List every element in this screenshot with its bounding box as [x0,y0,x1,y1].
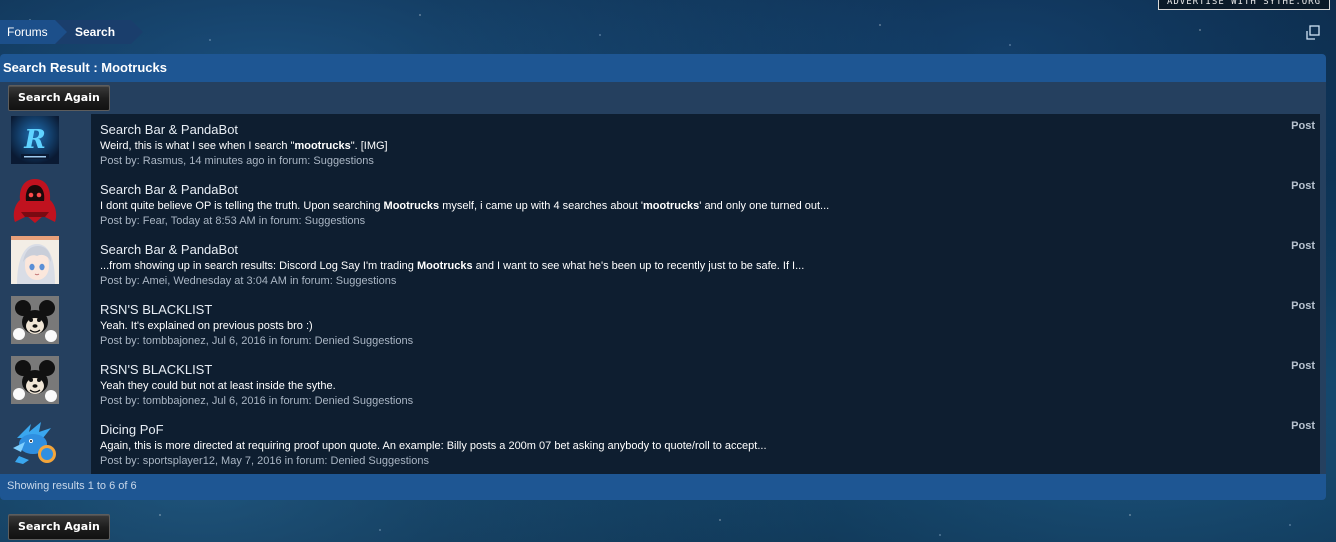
result-item: Search Bar & PandaBot ...from showing up… [0,234,1320,294]
result-body: Search Bar & PandaBot Weird, this is wha… [91,114,1320,174]
result-snippet: Again, this is more directed at requirin… [100,439,767,453]
result-item: RSN'S BLACKLIST Yeah they could but not … [0,354,1320,414]
result-snippet: Yeah. It's explained on previous posts b… [100,319,313,333]
search-again-button[interactable]: Search Again [8,85,110,111]
result-type-label: Post [1291,300,1315,312]
advertise-link[interactable]: ADVERTISE WITH SYTHE.ORG [1158,0,1330,10]
result-body: RSN'S BLACKLIST Yeah. It's explained on … [91,294,1320,354]
cartoon-mouse-avatar[interactable] [11,296,59,344]
result-body: Dicing PoF Again, this is more directed … [91,414,1320,474]
result-body: Search Bar & PandaBot ...from showing up… [91,234,1320,294]
results-count: Showing results 1 to 6 of 6 [0,474,1326,500]
search-results-panel: Search Result : Mootrucks Search Again R… [0,54,1326,500]
result-meta: Post by: Fear, Today at 8:53 AM in forum… [100,215,366,227]
snippet-text: Weird, this is what I see when I search … [100,140,295,152]
result-type-label: Post [1291,180,1315,192]
snippet-text: I dont quite believe OP is telling the t… [100,200,384,212]
result-meta: Post by: Rasmus, 14 minutes ago in forum… [100,155,374,167]
result-title-link[interactable]: Search Bar & PandaBot [100,242,238,257]
result-type-label: Post [1291,240,1315,252]
result-snippet: I dont quite believe OP is telling the t… [100,199,829,213]
search-again-button-bottom[interactable]: Search Again [8,514,110,540]
result-item: RSN'S BLACKLIST Yeah. It's explained on … [0,294,1320,354]
search-term-highlight: mootrucks [643,200,700,212]
result-type-label: Post [1291,420,1315,432]
snippet-text: myself, i came up with 4 searches about … [439,200,644,212]
result-snippet: Weird, this is what I see when I search … [100,139,388,153]
snippet-text: ...from showing up in search results: Di… [100,260,417,272]
avatar-column [0,414,91,474]
result-title-link[interactable]: RSN'S BLACKLIST [100,302,212,317]
blue-dragon-avatar[interactable] [11,416,59,464]
svg-text:R: R [23,125,46,155]
snippet-text: and I want to see what he's been up to r… [472,260,805,272]
cartoon-mouse-avatar[interactable] [11,356,59,404]
result-item: R Search Bar & PandaBot Weird, this is w… [0,114,1320,174]
search-term-highlight: Mootrucks [416,260,473,272]
result-meta: Post by: Amei, Wednesday at 3:04 AM in f… [100,275,397,287]
panel-title: Search Result : Mootrucks [0,54,1326,82]
snippet-text: ". [IMG] [350,140,388,152]
snippet-text: ' and only one turned out... [699,200,830,212]
result-meta: Post by: sportsplayer12, May 7, 2016 in … [100,455,429,467]
snippet-text: Again, this is more directed at requirin… [100,440,767,452]
result-title-link[interactable]: RSN'S BLACKLIST [100,362,212,377]
result-snippet: ...from showing up in search results: Di… [100,259,804,273]
result-type-label: Post [1291,360,1315,372]
result-title-link[interactable]: Search Bar & PandaBot [100,182,238,197]
expand-icon[interactable] [1305,25,1321,41]
red-hood-avatar[interactable] [11,176,59,224]
snippet-text: Yeah they could but not at least inside … [100,380,336,392]
avatar-column: R [0,114,91,174]
result-title-link[interactable]: Dicing PoF [100,422,164,437]
breadcrumb-forums[interactable]: Forums [0,20,67,44]
avatar-column [0,174,91,234]
result-item: Dicing PoF Again, this is more directed … [0,414,1320,474]
rasmus-logo-avatar[interactable]: R [11,116,59,164]
result-title-link[interactable]: Search Bar & PandaBot [100,122,238,137]
result-body: Search Bar & PandaBot I dont quite belie… [91,174,1320,234]
result-meta: Post by: tombbajonez, Jul 6, 2016 in for… [100,335,414,347]
search-term-highlight: Mootrucks [383,200,440,212]
result-item: Search Bar & PandaBot I dont quite belie… [0,174,1320,234]
avatar-column [0,354,91,414]
avatar-column [0,294,91,354]
panel-toolbar: Search Again [0,82,1326,114]
result-type-label: Post [1291,120,1315,132]
results-list: R Search Bar & PandaBot Weird, this is w… [0,114,1326,474]
result-body: RSN'S BLACKLIST Yeah they could but not … [91,354,1320,414]
search-term-highlight: mootrucks [294,140,351,152]
anime-girl-avatar[interactable] [11,236,59,284]
avatar-column [0,234,91,294]
result-meta: Post by: tombbajonez, Jul 6, 2016 in for… [100,395,414,407]
snippet-text: Yeah. It's explained on previous posts b… [100,320,313,332]
breadcrumb: Forums Search [0,20,143,44]
result-snippet: Yeah they could but not at least inside … [100,379,336,393]
